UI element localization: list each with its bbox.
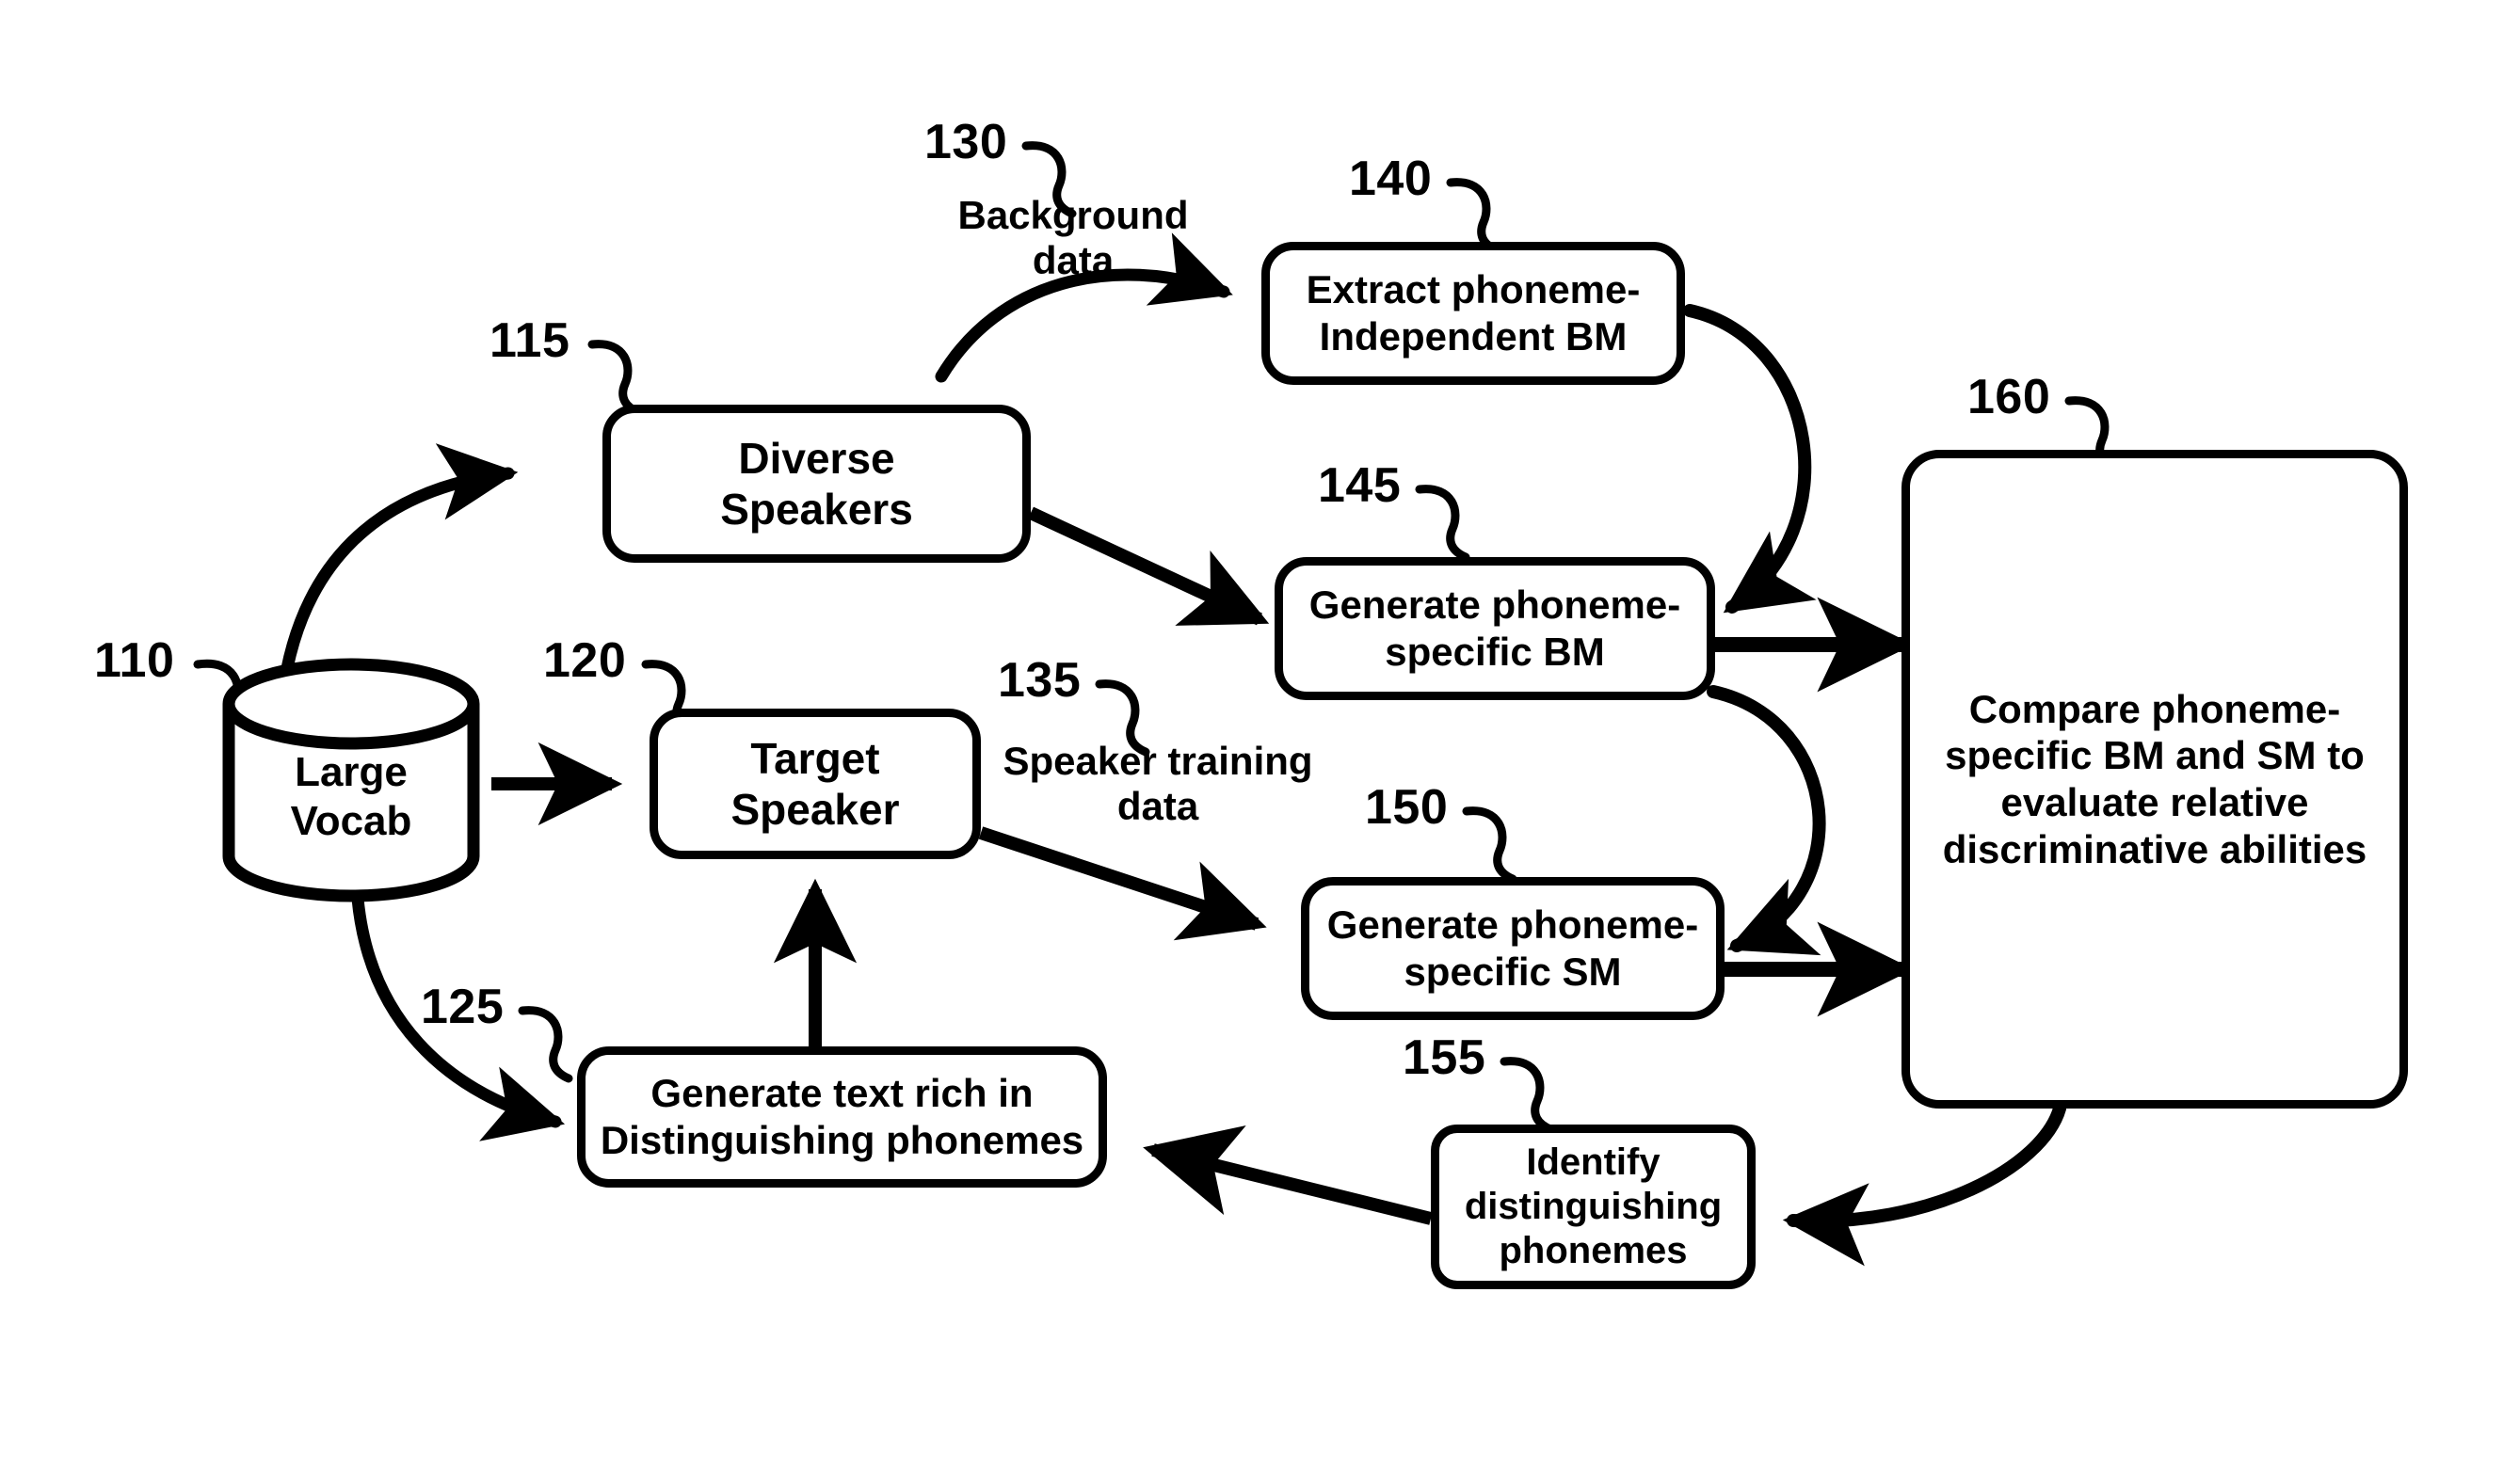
ref-num-120: 120	[543, 633, 627, 688]
leader-155	[1500, 1057, 1555, 1134]
ref-num-110: 110	[94, 633, 175, 688]
ref-num-115: 115	[489, 313, 570, 368]
large-vocab-label: Large Vocab	[290, 749, 412, 844]
generate-sm-label: Generate phoneme- specific SM	[1326, 902, 1699, 994]
ref-num-130: 130	[924, 115, 1008, 169]
node-identify-distinguishing-phonemes[interactable]: Identify distinguishing phonemes	[1431, 1125, 1756, 1289]
node-diverse-speakers[interactable]: Diverse Speakers	[602, 405, 1031, 563]
node-target-speaker[interactable]: Target Speaker	[650, 709, 981, 859]
ref-num-125: 125	[421, 980, 505, 1034]
diverse-speakers-label: Diverse Speakers	[720, 433, 913, 534]
extract-bm-label: Extract phoneme- Independent BM	[1306, 267, 1641, 359]
edge-identify-phonemes-to-generate-text	[1143, 1125, 1433, 1225]
edge-target-speaker-to-generate-sm	[978, 826, 1267, 941]
ref-num-150: 150	[1365, 780, 1449, 835]
node-generate-phoneme-specific-bm[interactable]: Generate phoneme- specific BM	[1275, 557, 1715, 700]
ref-num-145: 145	[1318, 458, 1402, 513]
leader-140	[1446, 178, 1501, 255]
node-compare-bm-sm[interactable]: Compare phoneme- specific BM and SM to e…	[1901, 450, 2408, 1109]
ref-num-155: 155	[1403, 1030, 1486, 1085]
edge-label-speaker-training-data: Speaker training data	[1003, 739, 1313, 828]
identify-phonemes-label: Identify distinguishing phonemes	[1464, 1141, 1723, 1272]
edge-extract-bm-to-generate-bm	[1683, 304, 1817, 614]
leader-115	[587, 340, 643, 417]
compare-label: Compare phoneme- specific BM and SM to e…	[1942, 686, 2367, 871]
edge-diverse-speakers-to-generate-bm	[1028, 506, 1270, 626]
ref-num-135: 135	[998, 653, 1082, 708]
target-speaker-label: Target Speaker	[730, 733, 900, 834]
edge-compare-to-identify-phonemes	[1782, 1102, 2066, 1267]
edge-generate-bm-to-generate-sm	[1707, 685, 1826, 955]
leader-150	[1462, 806, 1517, 884]
generate-bm-label: Generate phoneme- specific BM	[1308, 582, 1681, 674]
leader-145	[1415, 485, 1470, 562]
edge-diverse-speakers-to-extract-bm	[935, 232, 1233, 383]
patent-figure: Large Vocab Diverse Speakers Target Spea…	[0, 0, 2503, 1484]
leader-125	[518, 1006, 573, 1083]
ref-num-140: 140	[1349, 152, 1433, 206]
node-extract-phoneme-independent-bm[interactable]: Extract phoneme- Independent BM	[1261, 242, 1685, 385]
node-generate-text[interactable]: Generate text rich in Distinguishing pho…	[577, 1046, 1107, 1188]
node-generate-phoneme-specific-sm[interactable]: Generate phoneme- specific SM	[1301, 877, 1725, 1020]
edge-label-background-data: Background data	[957, 193, 1189, 282]
ref-num-160: 160	[1967, 370, 2051, 424]
generate-text-label: Generate text rich in Distinguishing pho…	[600, 1071, 1084, 1162]
